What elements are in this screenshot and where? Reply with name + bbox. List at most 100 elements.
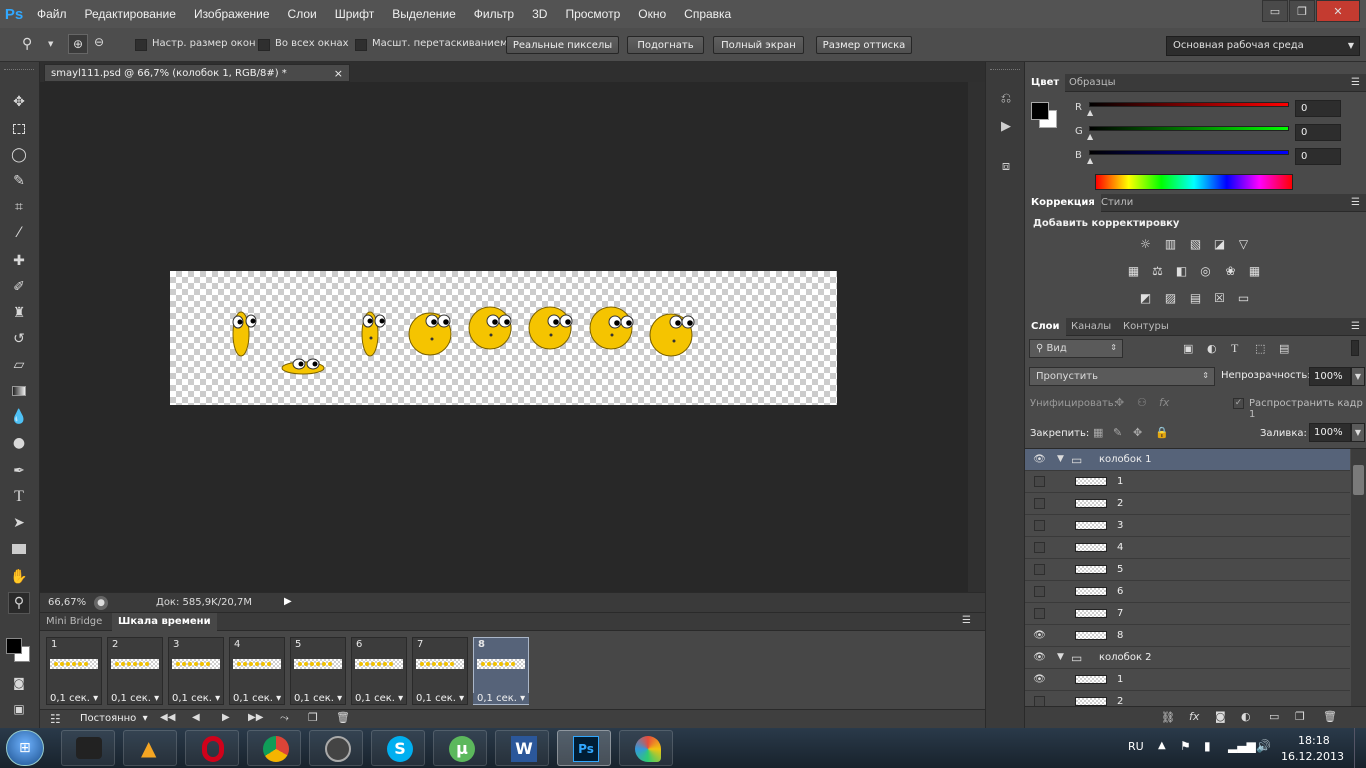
- eye-icon[interactable]: 👁: [1033, 454, 1046, 465]
- eye-icon[interactable]: 👁: [1033, 652, 1046, 663]
- canvas-vertical-scrollbar[interactable]: [968, 82, 985, 592]
- slider-thumb-icon[interactable]: ▲: [1087, 156, 1093, 165]
- taskbar-skype[interactable]: S: [371, 730, 425, 766]
- marquee-tool-icon[interactable]: [8, 118, 30, 140]
- layer-group-row[interactable]: 👁 ▼ ▭ колобок 2: [1025, 647, 1350, 669]
- filter-smart-object-icon[interactable]: ▤: [1279, 342, 1289, 355]
- red-value-field[interactable]: 0: [1295, 100, 1341, 117]
- blur-tool-icon[interactable]: 💧: [8, 406, 30, 428]
- layer-row[interactable]: 1: [1025, 471, 1350, 493]
- gradient-tool-icon[interactable]: [8, 380, 30, 402]
- add-mask-icon[interactable]: ◙: [1215, 710, 1226, 723]
- link-layers-icon[interactable]: ⛓: [1161, 711, 1175, 724]
- status-info-icon[interactable]: ●: [94, 596, 108, 610]
- panel-menu-icon[interactable]: ☰: [1351, 321, 1360, 332]
- unify-position-icon[interactable]: ✥: [1115, 396, 1124, 409]
- fit-screen-button[interactable]: Подогнать: [627, 36, 704, 54]
- actual-pixels-button[interactable]: Реальные пикселы: [506, 36, 619, 54]
- visibility-toggle[interactable]: [1034, 696, 1045, 706]
- panel-menu-icon[interactable]: ☰: [962, 615, 971, 626]
- lasso-tool-icon[interactable]: ◯: [8, 144, 30, 166]
- frame-delay[interactable]: 0,1 сек. ▾: [172, 693, 232, 704]
- move-tool-icon[interactable]: ✥: [8, 91, 30, 113]
- threshold-icon[interactable]: ▤: [1187, 290, 1204, 305]
- layer-group-row[interactable]: 👁 ▼ ▭ колобок 1: [1025, 449, 1350, 471]
- menu-window[interactable]: Окно: [629, 0, 675, 28]
- green-slider[interactable]: [1089, 126, 1289, 131]
- new-group-icon[interactable]: ▭: [1269, 710, 1279, 723]
- zoom-level[interactable]: 66,67%: [48, 597, 86, 608]
- hand-tool-icon[interactable]: ✋: [8, 566, 30, 588]
- tab-timeline[interactable]: Шкала времени: [112, 613, 217, 631]
- layer-row[interactable]: 👁 8: [1025, 625, 1350, 647]
- propagate-checkbox[interactable]: ✓: [1233, 398, 1244, 409]
- layer-filter-select[interactable]: ⚲ Вид ⇕: [1029, 339, 1123, 358]
- menu-help[interactable]: Справка: [675, 0, 740, 28]
- quick-mask-icon[interactable]: ◙: [8, 672, 30, 694]
- new-adjustment-icon[interactable]: ◐: [1241, 710, 1251, 723]
- tab-paths[interactable]: Контуры: [1117, 318, 1175, 336]
- all-windows-checkbox[interactable]: [258, 39, 270, 51]
- levels-icon[interactable]: ▥: [1162, 236, 1179, 251]
- filter-type-icon[interactable]: T: [1231, 341, 1238, 356]
- foreground-swatch[interactable]: [1031, 102, 1049, 120]
- curves-icon[interactable]: ▧: [1187, 236, 1204, 251]
- frame-delay[interactable]: 0,1 сек. ▾: [473, 693, 529, 704]
- layer-row[interactable]: 7: [1025, 603, 1350, 625]
- scrubby-zoom-checkbox[interactable]: [355, 39, 367, 51]
- menu-select[interactable]: Выделение: [383, 0, 465, 28]
- loop-options[interactable]: Постоянно ▾: [80, 713, 148, 724]
- photo-filter-icon[interactable]: ◎: [1197, 263, 1214, 278]
- duplicate-frame-icon[interactable]: ❐: [308, 711, 318, 724]
- tab-swatches[interactable]: Образцы: [1063, 74, 1122, 92]
- restore-button[interactable]: ❐: [1289, 0, 1315, 22]
- crop-tool-icon[interactable]: ⌗: [8, 196, 30, 218]
- taskbar-opera[interactable]: [185, 730, 239, 766]
- slider-thumb-icon[interactable]: ▲: [1087, 108, 1093, 117]
- eye-icon[interactable]: 👁: [1033, 630, 1046, 641]
- show-desktop-button[interactable]: [1354, 728, 1366, 768]
- first-frame-icon[interactable]: ◀◀: [160, 712, 175, 723]
- tab-channels[interactable]: Каналы: [1065, 318, 1117, 336]
- history-brush-tool-icon[interactable]: ↺: [8, 328, 30, 350]
- gradient-map-icon[interactable]: ▭: [1235, 290, 1252, 305]
- document-tab[interactable]: smayl111.psd @ 66,7% (колобок 1, RGB/8#)…: [44, 64, 350, 82]
- slider-thumb-icon[interactable]: ▲: [1087, 132, 1093, 141]
- panel-menu-icon[interactable]: ☰: [1351, 77, 1360, 88]
- filter-shape-icon[interactable]: ⬚: [1255, 342, 1265, 355]
- play-icon[interactable]: ▶: [222, 712, 230, 723]
- fill-screen-button[interactable]: Полный экран: [713, 36, 804, 54]
- unify-style-icon[interactable]: fx: [1159, 396, 1169, 409]
- lock-all-icon[interactable]: 🔒: [1155, 426, 1169, 439]
- close-tab-icon[interactable]: ×: [334, 67, 343, 80]
- tween-icon[interactable]: ⤳: [280, 711, 289, 725]
- panel-menu-icon[interactable]: ☰: [1351, 197, 1360, 208]
- eyedropper-tool-icon[interactable]: ⁄: [8, 222, 30, 244]
- tool-preset-chevron-icon[interactable]: ▼: [48, 40, 53, 48]
- tray-expand-icon[interactable]: ▲: [1158, 740, 1166, 751]
- fill-dropdown-icon[interactable]: ▼: [1351, 423, 1365, 442]
- visibility-toggle[interactable]: [1034, 586, 1045, 597]
- type-tool-icon[interactable]: T: [8, 486, 30, 508]
- start-button[interactable]: ⊞: [6, 730, 44, 766]
- zoom-in-icon[interactable]: ⊕: [68, 34, 88, 54]
- zoom-tool-icon[interactable]: ⚲: [8, 592, 30, 614]
- history-panel-icon[interactable]: ⎌: [995, 88, 1017, 108]
- filter-adjustment-icon[interactable]: ◐: [1207, 342, 1217, 355]
- menu-filter[interactable]: Фильтр: [465, 0, 523, 28]
- tab-color[interactable]: Цвет: [1025, 74, 1066, 92]
- path-selection-tool-icon[interactable]: ➤: [8, 512, 30, 534]
- brightness-icon[interactable]: ☼: [1137, 236, 1154, 251]
- taskbar-photoshop[interactable]: Ps: [557, 730, 611, 766]
- unify-visibility-icon[interactable]: ⚇: [1137, 396, 1147, 409]
- frame-delay[interactable]: 0,1 сек. ▾: [111, 693, 171, 704]
- network-signal-icon[interactable]: ▂▄▆: [1228, 739, 1256, 753]
- visibility-toggle[interactable]: [1034, 608, 1045, 619]
- quick-select-tool-icon[interactable]: ✎: [8, 170, 30, 192]
- layer-row[interactable]: 5: [1025, 559, 1350, 581]
- disclosure-triangle-icon[interactable]: ▼: [1057, 454, 1064, 464]
- taskbar-app[interactable]: [61, 730, 115, 766]
- visibility-toggle[interactable]: [1034, 542, 1045, 553]
- shape-tool-icon[interactable]: [8, 538, 30, 560]
- layer-row[interactable]: 3: [1025, 515, 1350, 537]
